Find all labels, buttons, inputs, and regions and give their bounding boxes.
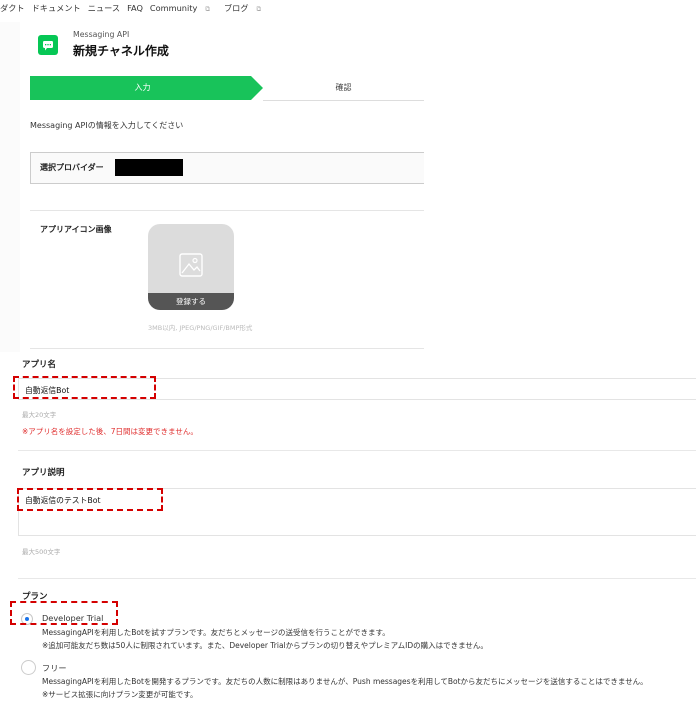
nav-item-faq[interactable]: FAQ bbox=[127, 3, 143, 13]
app-desc-hint: 最大500文字 bbox=[22, 548, 61, 556]
plan-free-note: ※サービス拡張に向けプラン変更が可能です。 bbox=[42, 690, 198, 699]
app-icon-hint: 3MB以内, JPEG/PNG/GIF/BMP形式 bbox=[148, 324, 253, 332]
highlight-box-app-name bbox=[13, 376, 156, 399]
provider-label: 選択プロバイダー bbox=[40, 163, 104, 172]
step-divider bbox=[263, 100, 424, 101]
external-link-icon: ⧉ bbox=[256, 5, 262, 13]
form-description: Messaging APIの情報を入力してください bbox=[30, 121, 184, 130]
plan-free-name[interactable]: フリー bbox=[42, 662, 67, 674]
nav-community-label: Community bbox=[149, 2, 198, 13]
divider bbox=[18, 578, 696, 579]
nav-item-community[interactable]: Community ⧉ bbox=[150, 3, 217, 14]
divider bbox=[18, 450, 696, 451]
top-nav: ダクト ドキュメント ニュース FAQ Community ⧉ ブログ ⧉ bbox=[0, 0, 275, 16]
divider bbox=[30, 348, 424, 349]
plan-free-desc: MessagingAPIを利用したBotを開発するプランです。友だちの人数に制限… bbox=[42, 677, 648, 686]
radio-free[interactable] bbox=[21, 660, 36, 675]
left-sidebar bbox=[0, 22, 21, 352]
app-name-label: アプリ名 bbox=[22, 360, 57, 370]
nav-item-blog[interactable]: ブログ ⧉ bbox=[224, 2, 268, 14]
register-icon-button[interactable]: 登録する bbox=[148, 293, 234, 310]
nav-item-documents[interactable]: ドキュメント bbox=[32, 2, 81, 14]
divider bbox=[30, 210, 424, 211]
step-input-label: 入力 bbox=[134, 83, 151, 92]
chat-bubble-icon bbox=[38, 35, 58, 55]
nav-item-news[interactable]: ニュース bbox=[88, 2, 120, 14]
external-link-icon: ⧉ bbox=[205, 4, 210, 13]
plan-developer-trial-note: ※追加可能友だち数は50人に制限されています。また、Developer Tria… bbox=[42, 641, 488, 650]
app-name-warning: ※アプリ名を設定した後、7日間は変更できません。 bbox=[22, 427, 198, 436]
nav-item-product[interactable]: ダクト bbox=[0, 2, 25, 14]
highlight-box-plan bbox=[10, 601, 118, 625]
page-title: 新規チャネル作成 bbox=[73, 44, 169, 58]
plan-developer-trial-desc: MessagingAPIを利用したBotを試すプランです。友だちとメッセージの送… bbox=[42, 628, 390, 637]
app-name-hint: 最大20文字 bbox=[22, 411, 57, 419]
image-placeholder-icon bbox=[179, 253, 203, 277]
provider-value-redacted bbox=[115, 159, 183, 176]
highlight-box-app-desc bbox=[17, 488, 163, 511]
app-icon-upload[interactable]: 登録する bbox=[148, 224, 234, 310]
step-confirm: 確認 bbox=[263, 76, 424, 100]
app-desc-label: アプリ説明 bbox=[22, 468, 65, 478]
app-icon-label: アプリアイコン画像 bbox=[40, 225, 112, 234]
nav-blog-label: ブログ bbox=[223, 3, 249, 13]
header-kicker: Messaging API bbox=[73, 30, 130, 39]
